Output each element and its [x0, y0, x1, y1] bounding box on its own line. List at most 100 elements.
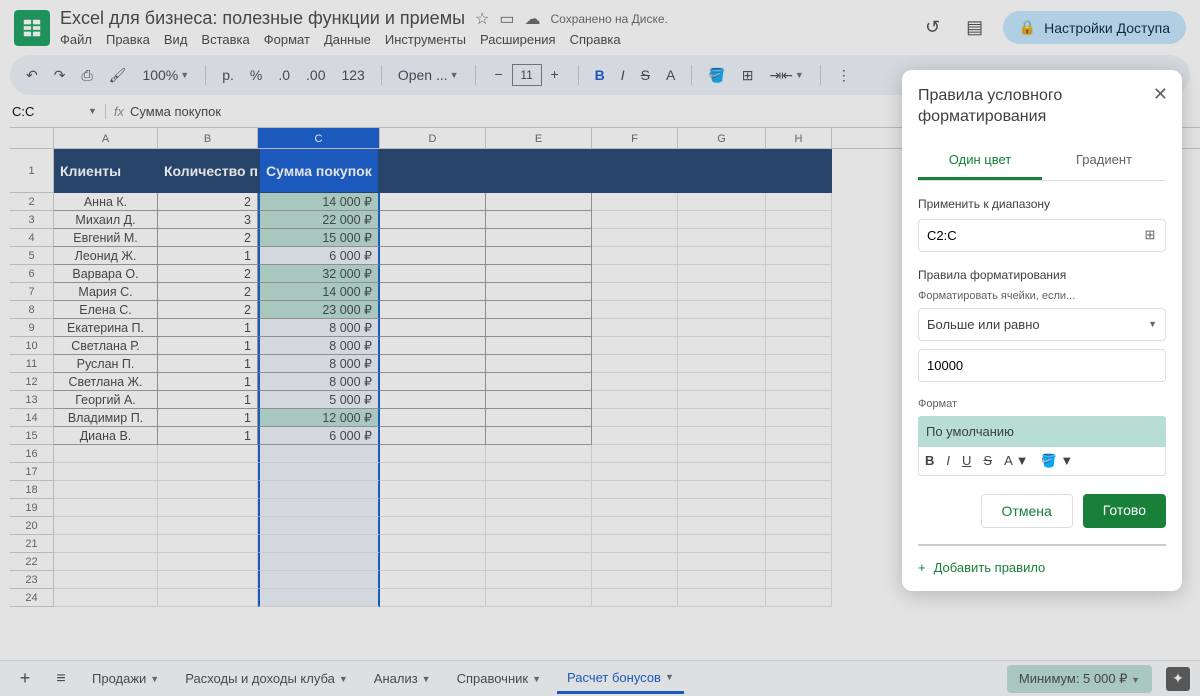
cell[interactable]: [258, 517, 380, 535]
cell[interactable]: [380, 499, 486, 517]
col-header-H[interactable]: H: [766, 128, 832, 148]
col-header-B[interactable]: B: [158, 128, 258, 148]
comment-icon[interactable]: ▤: [961, 14, 989, 42]
cell[interactable]: [678, 283, 766, 301]
cell[interactable]: 2: [158, 301, 258, 319]
cell[interactable]: [380, 211, 486, 229]
menu-Вид[interactable]: Вид: [164, 32, 188, 47]
cell[interactable]: [380, 391, 486, 409]
row-header[interactable]: 11: [10, 355, 54, 373]
cell[interactable]: 8 000 ₽: [258, 319, 380, 337]
value-input[interactable]: [918, 349, 1166, 382]
cell[interactable]: [592, 427, 678, 445]
cell[interactable]: [592, 535, 678, 553]
italic-button[interactable]: I: [617, 63, 629, 87]
cell[interactable]: [766, 193, 832, 211]
row-header[interactable]: 4: [10, 229, 54, 247]
cell[interactable]: Елена С.: [54, 301, 158, 319]
menu-Формат[interactable]: Формат: [264, 32, 310, 47]
zoom-select[interactable]: 100% ▼: [138, 63, 193, 87]
col-header-D[interactable]: D: [380, 128, 486, 148]
cell[interactable]: 32 000 ₽: [258, 265, 380, 283]
cell[interactable]: [380, 247, 486, 265]
fmt-underline[interactable]: U: [962, 453, 971, 468]
range-input[interactable]: [918, 219, 1166, 252]
cell[interactable]: [380, 445, 486, 463]
cell[interactable]: [592, 229, 678, 247]
cell[interactable]: [678, 211, 766, 229]
row-header[interactable]: 12: [10, 373, 54, 391]
cell[interactable]: [158, 589, 258, 607]
more-formats-button[interactable]: 123: [337, 63, 368, 87]
cell[interactable]: [380, 463, 486, 481]
cell[interactable]: 8 000 ₽: [258, 337, 380, 355]
row-header[interactable]: 10: [10, 337, 54, 355]
cell[interactable]: [258, 589, 380, 607]
cell[interactable]: [158, 517, 258, 535]
menu-Вставка[interactable]: Вставка: [201, 32, 249, 47]
cell[interactable]: [766, 589, 832, 607]
cell[interactable]: [592, 301, 678, 319]
cell[interactable]: [54, 463, 158, 481]
cell[interactable]: [54, 445, 158, 463]
redo-button[interactable]: ↷: [50, 63, 70, 88]
cell[interactable]: [592, 409, 678, 427]
cell[interactable]: [766, 283, 832, 301]
cell[interactable]: 2: [158, 265, 258, 283]
cell[interactable]: [158, 499, 258, 517]
cell[interactable]: [678, 337, 766, 355]
col-header-F[interactable]: F: [592, 128, 678, 148]
menu-Данные[interactable]: Данные: [324, 32, 371, 47]
cell[interactable]: [486, 571, 592, 589]
condition-select[interactable]: Больше или равно▼: [918, 308, 1166, 341]
cell[interactable]: [486, 535, 592, 553]
cell[interactable]: [380, 265, 486, 283]
cell[interactable]: [258, 553, 380, 571]
cell[interactable]: [158, 445, 258, 463]
cell[interactable]: Светлана Р.: [54, 337, 158, 355]
cell[interactable]: [54, 589, 158, 607]
name-box[interactable]: [10, 99, 80, 123]
cell[interactable]: [678, 445, 766, 463]
menu-Правка[interactable]: Правка: [106, 32, 150, 47]
cell[interactable]: [592, 499, 678, 517]
cell[interactable]: [592, 319, 678, 337]
cell[interactable]: [158, 535, 258, 553]
row-header[interactable]: 13: [10, 391, 54, 409]
cell[interactable]: [678, 535, 766, 553]
cell[interactable]: [678, 229, 766, 247]
cell[interactable]: [766, 463, 832, 481]
paint-format-button[interactable]: 🖌: [105, 63, 131, 88]
borders-button[interactable]: ⊞: [738, 63, 758, 88]
cell[interactable]: Диана В.: [54, 427, 158, 445]
cell[interactable]: [380, 355, 486, 373]
cell[interactable]: [766, 499, 832, 517]
bold-button[interactable]: B: [591, 63, 609, 87]
merge-button[interactable]: ⇥⇤ ▼: [765, 63, 807, 88]
cell[interactable]: [766, 265, 832, 283]
share-button[interactable]: 🔒 Настройки Доступа: [1003, 11, 1186, 44]
formula-bar[interactable]: Сумма покупок: [130, 104, 221, 119]
col-header-A[interactable]: A: [54, 128, 158, 148]
cell[interactable]: [486, 499, 592, 517]
explore-button[interactable]: ✦: [1166, 667, 1190, 691]
folder-icon[interactable]: ▭: [499, 9, 514, 29]
cell[interactable]: [380, 589, 486, 607]
sheets-logo[interactable]: [14, 10, 50, 46]
sheet-tab[interactable]: Анализ ▼: [364, 664, 441, 694]
cell[interactable]: [678, 193, 766, 211]
cell[interactable]: [766, 149, 832, 193]
row-header[interactable]: 20: [10, 517, 54, 535]
cell[interactable]: Клиенты: [54, 149, 158, 193]
cell[interactable]: [258, 445, 380, 463]
cell[interactable]: [486, 211, 592, 229]
cell[interactable]: 1: [158, 355, 258, 373]
row-header[interactable]: 16: [10, 445, 54, 463]
cell[interactable]: [678, 463, 766, 481]
done-button[interactable]: Готово: [1083, 494, 1166, 528]
name-box-dropdown[interactable]: ▼: [88, 106, 97, 116]
cell[interactable]: Светлана Ж.: [54, 373, 158, 391]
cell[interactable]: [380, 481, 486, 499]
cell[interactable]: [258, 571, 380, 589]
cell[interactable]: [258, 535, 380, 553]
